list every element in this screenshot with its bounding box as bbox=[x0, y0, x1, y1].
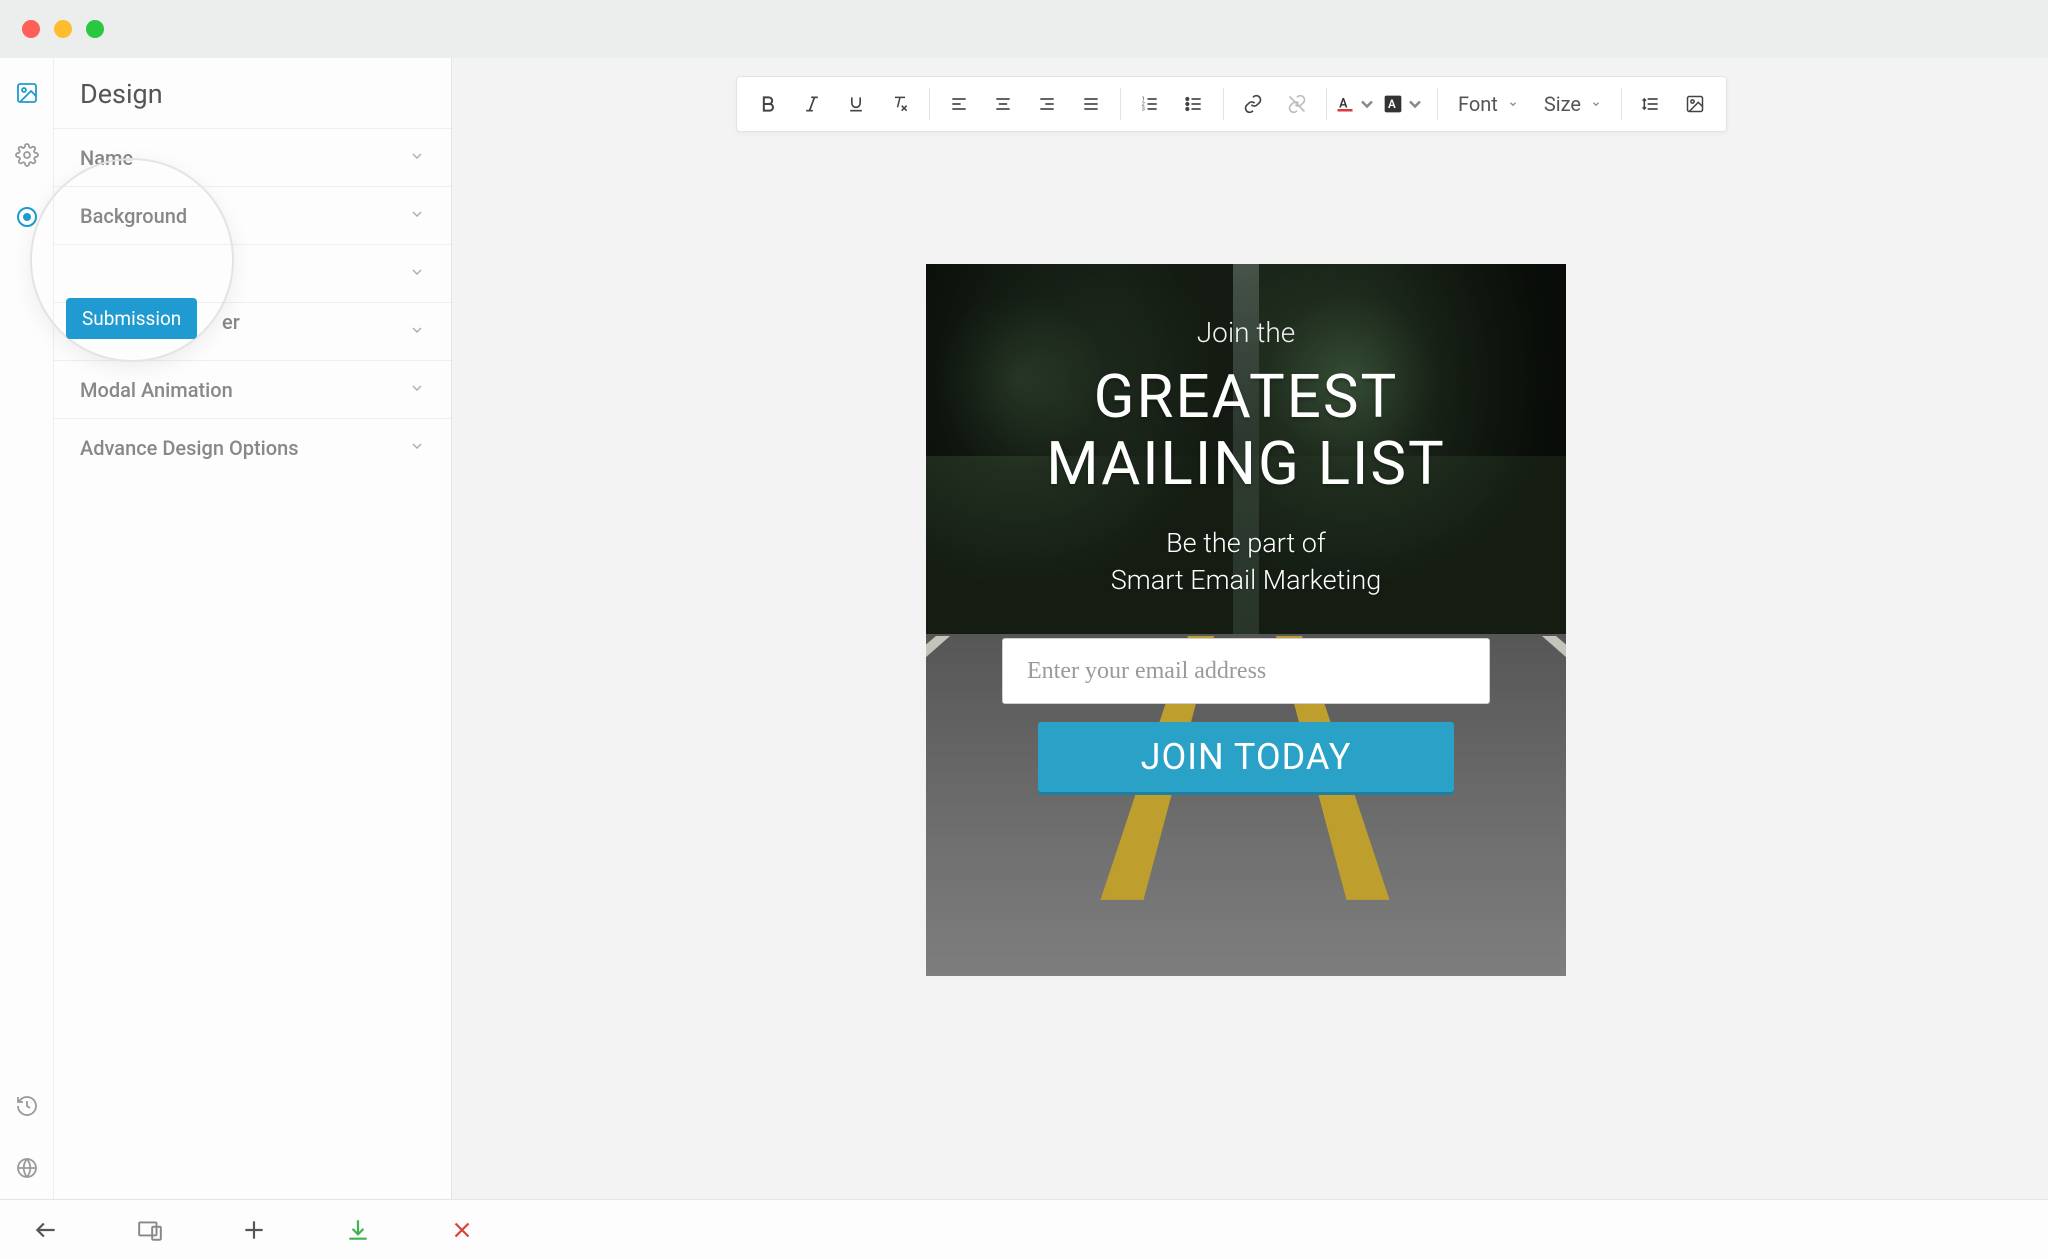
clear-format-button[interactable] bbox=[879, 84, 921, 124]
icon-rail bbox=[0, 58, 54, 1199]
align-center-button[interactable] bbox=[982, 84, 1024, 124]
panel-advance-design-options[interactable]: Advance Design Options bbox=[54, 418, 451, 476]
ordered-list-button[interactable]: 123 bbox=[1129, 84, 1171, 124]
window-titlebar bbox=[0, 0, 2048, 58]
globe-icon[interactable] bbox=[14, 1155, 40, 1181]
settings-gear-icon[interactable] bbox=[14, 142, 40, 168]
modal-title-line1: GREATEST bbox=[1094, 361, 1399, 432]
modal-sub-line2: Smart Email Marketing bbox=[1111, 564, 1381, 596]
panel-background[interactable]: Background bbox=[54, 186, 451, 244]
chevron-down-icon bbox=[409, 206, 425, 226]
svg-text:A: A bbox=[1388, 97, 1396, 111]
editor-canvas[interactable]: 123 A A Font Size bbox=[452, 58, 2048, 1199]
sidebar-title: Design bbox=[54, 58, 451, 128]
modal-subtitle[interactable]: Be the part of Smart Email Marketing bbox=[926, 525, 1566, 598]
design-sidebar: Design Name Background Container Close L… bbox=[54, 58, 452, 1199]
separator bbox=[1437, 88, 1438, 120]
bold-button[interactable] bbox=[747, 84, 789, 124]
separator bbox=[1223, 88, 1224, 120]
panel-container[interactable]: Container bbox=[54, 244, 451, 302]
size-label: Size bbox=[1544, 92, 1581, 116]
modal-preview[interactable]: Join the GREATEST MAILING LIST Be the pa… bbox=[926, 264, 1566, 976]
bg-color-button[interactable]: A bbox=[1379, 84, 1429, 124]
modal-sub-line1: Be the part of bbox=[1166, 527, 1326, 559]
insert-link-button[interactable] bbox=[1232, 84, 1274, 124]
svg-text:3: 3 bbox=[1142, 107, 1145, 113]
remove-link-button[interactable] bbox=[1276, 84, 1318, 124]
text-color-button[interactable]: A bbox=[1335, 84, 1377, 124]
font-label: Font bbox=[1458, 92, 1498, 116]
modal-eyebrow[interactable]: Join the bbox=[926, 316, 1566, 349]
separator bbox=[1120, 88, 1121, 120]
align-right-button[interactable] bbox=[1026, 84, 1068, 124]
chevron-down-icon bbox=[409, 148, 425, 168]
font-dropdown[interactable]: Font bbox=[1446, 92, 1530, 116]
separator bbox=[929, 88, 930, 120]
italic-button[interactable] bbox=[791, 84, 833, 124]
window-minimize-button[interactable] bbox=[54, 20, 72, 38]
panel-label: Advance Design Options bbox=[80, 436, 299, 460]
line-height-button[interactable] bbox=[1630, 84, 1672, 124]
modal-title[interactable]: GREATEST MAILING LIST bbox=[926, 363, 1566, 497]
container-label-peek: er bbox=[222, 310, 240, 334]
panel-name[interactable]: Name bbox=[54, 128, 451, 186]
separator bbox=[1326, 88, 1327, 120]
back-arrow-icon[interactable] bbox=[30, 1214, 62, 1246]
close-icon[interactable] bbox=[446, 1214, 478, 1246]
insert-image-button[interactable] bbox=[1674, 84, 1716, 124]
panel-label: Background bbox=[80, 204, 187, 228]
email-input[interactable] bbox=[1002, 638, 1490, 704]
add-icon[interactable] bbox=[238, 1214, 270, 1246]
bottom-toolbar bbox=[0, 1199, 2048, 1259]
underline-button[interactable] bbox=[835, 84, 877, 124]
devices-icon[interactable] bbox=[134, 1214, 166, 1246]
window-maximize-button[interactable] bbox=[86, 20, 104, 38]
text-toolbar: 123 A A Font Size bbox=[736, 76, 1727, 132]
align-justify-button[interactable] bbox=[1070, 84, 1112, 124]
size-dropdown[interactable]: Size bbox=[1532, 92, 1613, 116]
history-icon[interactable] bbox=[14, 1093, 40, 1119]
panel-label: Modal Animation bbox=[80, 378, 233, 402]
download-icon[interactable] bbox=[342, 1214, 374, 1246]
panel-label: Name bbox=[80, 146, 133, 170]
window-close-button[interactable] bbox=[22, 20, 40, 38]
chevron-down-icon bbox=[409, 264, 425, 284]
align-left-button[interactable] bbox=[938, 84, 980, 124]
chevron-down-icon bbox=[409, 438, 425, 458]
target-icon[interactable] bbox=[14, 204, 40, 230]
chevron-down-icon bbox=[409, 380, 425, 400]
chevron-down-icon bbox=[409, 322, 425, 342]
separator bbox=[1621, 88, 1622, 120]
submission-tooltip[interactable]: Submission bbox=[66, 298, 197, 339]
panel-modal-animation[interactable]: Modal Animation bbox=[54, 360, 451, 418]
join-today-button[interactable]: JOIN TODAY bbox=[1038, 722, 1454, 792]
modal-title-line2: MAILING LIST bbox=[1046, 428, 1446, 499]
image-tab-icon[interactable] bbox=[14, 80, 40, 106]
unordered-list-button[interactable] bbox=[1173, 84, 1215, 124]
